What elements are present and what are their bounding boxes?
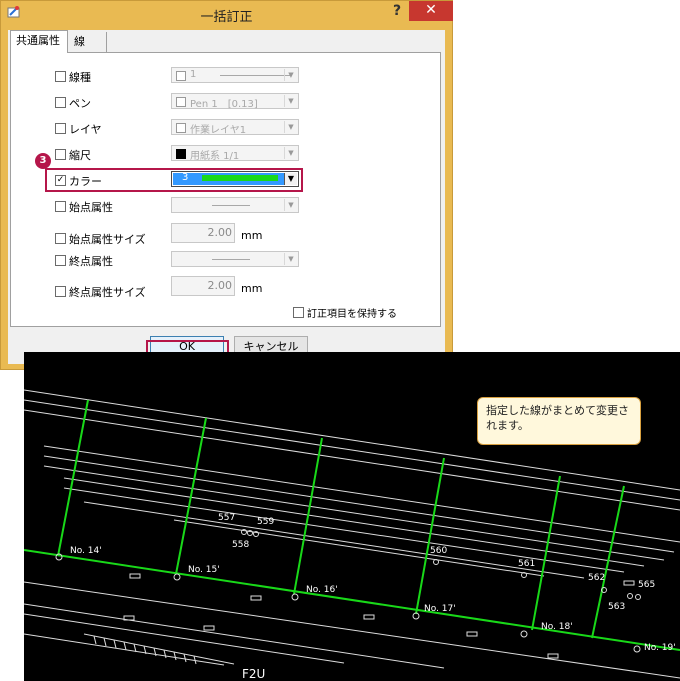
pen-label: ペン xyxy=(69,97,91,110)
row-start-attribute-size: 始点属性サイズ 2.00 mm xyxy=(11,223,442,249)
start-attribute-select[interactable]: ▼ xyxy=(171,197,299,213)
point-label: 560 xyxy=(430,546,447,556)
start-attribute-size-label: 始点属性サイズ xyxy=(69,233,146,246)
layer-swatch xyxy=(176,123,186,133)
end-attribute-size-input[interactable]: 2.00 xyxy=(171,276,235,296)
layer-value: 作業レイヤ1 xyxy=(190,125,247,136)
line-type-value: 1 xyxy=(190,69,197,80)
keep-items-checkbox[interactable] xyxy=(293,307,304,318)
chevron-down-icon[interactable]: ▼ xyxy=(284,95,297,107)
start-attribute-size-unit: mm xyxy=(241,229,263,242)
scale-select[interactable]: 用紙系 1/1 ▼ xyxy=(171,145,299,162)
row-end-attribute-size: 終点属性サイズ 2.00 mm xyxy=(11,276,442,302)
dialog-client: 共通属性 線 線種 1 ▼ ペン Pen 1 [0.13] ▼ レイヤ 作業レイ… xyxy=(8,30,445,364)
end-attribute-checkbox[interactable] xyxy=(55,255,66,266)
point-label: 558 xyxy=(232,540,249,550)
start-attribute-preview xyxy=(212,205,250,206)
start-attribute-size-input[interactable]: 2.00 xyxy=(171,223,235,243)
line-type-preview xyxy=(220,75,290,76)
keep-items-label: 訂正項目を保持する xyxy=(307,309,397,320)
dialog-title: 一括訂正 xyxy=(200,10,253,25)
batch-edit-dialog: 一括訂正 ? ✕ 共通属性 線 線種 1 ▼ ペン Pen 1 [0.13] ▼… xyxy=(0,0,453,370)
hatch xyxy=(83,633,235,665)
scale-value: 用紙系 1/1 xyxy=(190,151,240,162)
row-scale: 縮尺 用紙系 1/1 ▼ xyxy=(11,145,442,165)
point-label: 565 xyxy=(638,580,655,590)
row-layer: レイヤ 作業レイヤ1 ▼ xyxy=(11,119,442,139)
station-label: No. 16' xyxy=(306,585,338,595)
layer-label: レイヤ xyxy=(69,123,102,136)
line-type-select[interactable]: 1 ▼ xyxy=(171,67,299,83)
start-attribute-label: 始点属性 xyxy=(69,201,113,214)
row-pen: ペン Pen 1 [0.13] ▼ xyxy=(11,93,442,113)
layer-checkbox[interactable] xyxy=(55,123,66,134)
scale-swatch xyxy=(176,149,186,159)
bottom-label: F2U xyxy=(242,667,265,681)
chevron-down-icon[interactable]: ▼ xyxy=(284,199,297,211)
start-attribute-checkbox[interactable] xyxy=(55,201,66,212)
station-label: No. 14' xyxy=(70,546,102,556)
row-start-attribute: 始点属性 ▼ xyxy=(11,197,442,217)
chevron-down-icon[interactable]: ▼ xyxy=(284,121,297,133)
end-attribute-size-checkbox[interactable] xyxy=(55,286,66,297)
end-attribute-size-label: 終点属性サイズ xyxy=(69,286,146,299)
station-label: No. 15' xyxy=(188,565,220,575)
station-label: No. 17' xyxy=(424,604,456,614)
pen-value: Pen 1 [0.13] xyxy=(190,99,258,110)
scale-label: 縮尺 xyxy=(69,149,91,162)
point-label: 557 xyxy=(218,513,235,523)
end-attribute-label: 終点属性 xyxy=(69,255,113,268)
pen-swatch xyxy=(176,97,186,107)
tab-common-attributes[interactable]: 共通属性 xyxy=(10,30,68,53)
color-row-highlight xyxy=(45,168,303,192)
station-label: No. 19' xyxy=(644,643,676,653)
point-label: 559 xyxy=(257,517,274,527)
help-button[interactable]: ? xyxy=(393,3,401,19)
pen-checkbox[interactable] xyxy=(55,97,66,108)
line-type-checkbox[interactable] xyxy=(55,71,66,82)
pen-select[interactable]: Pen 1 [0.13] ▼ xyxy=(171,93,299,110)
chevron-down-icon[interactable]: ▼ xyxy=(284,147,297,159)
step-badge: 3 xyxy=(35,153,51,169)
line-type-label: 線種 xyxy=(69,71,91,84)
end-attribute-select[interactable]: ▼ xyxy=(171,251,299,267)
point-label: 561 xyxy=(518,559,535,569)
end-attribute-preview xyxy=(212,259,250,260)
layer-select[interactable]: 作業レイヤ1 ▼ xyxy=(171,119,299,136)
tab-line[interactable]: 線 xyxy=(69,32,107,52)
chevron-down-icon[interactable]: ▼ xyxy=(284,69,297,81)
callout-note: 指定した線がまとめて変更されます。 xyxy=(477,397,641,445)
row-line-type: 線種 1 ▼ xyxy=(11,67,442,87)
chevron-down-icon[interactable]: ▼ xyxy=(284,253,297,265)
line-type-swatch xyxy=(176,71,186,81)
markers xyxy=(123,573,635,659)
point-label: 563 xyxy=(608,602,625,612)
start-attribute-size-checkbox[interactable] xyxy=(55,233,66,244)
end-attribute-size-unit: mm xyxy=(241,282,263,295)
station-label: No. 18' xyxy=(541,622,573,632)
survey-points xyxy=(55,529,641,653)
scale-checkbox[interactable] xyxy=(55,149,66,160)
point-label: 562 xyxy=(588,573,605,583)
title-bar[interactable]: 一括訂正 ? ✕ xyxy=(1,1,453,26)
close-button[interactable]: ✕ xyxy=(409,1,453,21)
row-end-attribute: 終点属性 ▼ xyxy=(11,251,442,271)
